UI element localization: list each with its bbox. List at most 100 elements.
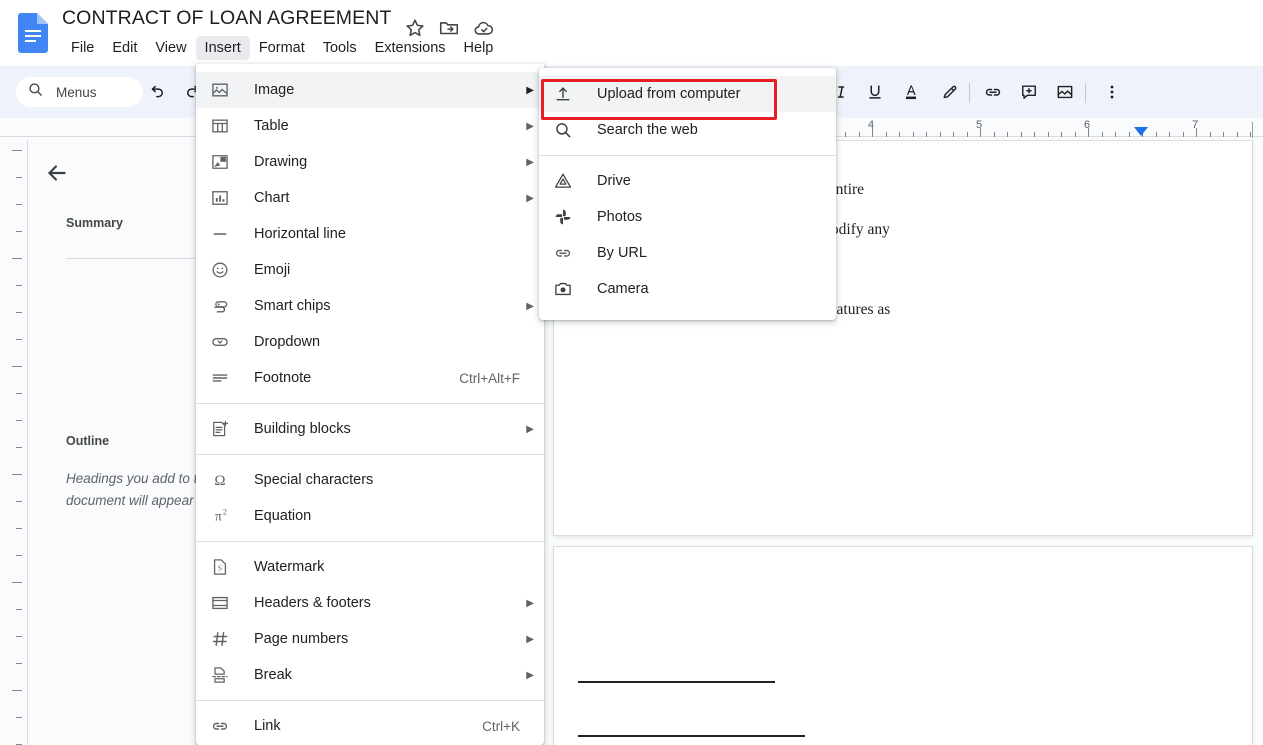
image-submenu-item-search-the-web[interactable]: Search the web — [539, 112, 836, 148]
undo-button[interactable] — [144, 80, 168, 104]
watermark-icon: S — [208, 555, 232, 579]
back-arrow-icon[interactable] — [44, 160, 68, 184]
footnote-icon — [208, 366, 232, 390]
table-icon — [208, 114, 232, 138]
menu-separator — [196, 403, 544, 404]
menu-insert[interactable]: Insert — [195, 36, 250, 60]
insert-menu-item-chart[interactable]: Chart ▶ — [196, 180, 544, 216]
search-menus-label: Menus — [56, 84, 97, 100]
menu-item-label: Special characters — [254, 472, 374, 488]
special-characters-icon: Ω — [208, 468, 232, 492]
image-submenu-item-camera[interactable]: Camera — [539, 271, 836, 307]
submenu-item-label: Camera — [597, 281, 649, 297]
chevron-right-icon: ▶ — [526, 192, 534, 204]
insert-menu-item-headers-footers[interactable]: Headers & footers ▶ — [196, 585, 544, 621]
insert-menu-item-horizontal-line[interactable]: Horizontal line — [196, 216, 544, 252]
title-bar: CONTRACT OF LOAN AGREEMENT File Edit Vie… — [0, 0, 1263, 66]
submenu-item-label: Search the web — [597, 122, 698, 138]
menu-bar: File Edit View Insert Format Tools Exten… — [62, 36, 502, 60]
insert-image-button[interactable] — [1053, 80, 1077, 104]
document-page-2[interactable] — [553, 546, 1253, 745]
image-submenu-item-drive[interactable]: Drive — [539, 163, 836, 199]
insert-menu-item-watermark[interactable]: S Watermark — [196, 549, 544, 585]
menu-item-shortcut: Ctrl+K — [482, 718, 520, 734]
menu-item-label: Dropdown — [254, 334, 321, 350]
menu-item-label: Emoji — [254, 262, 291, 278]
menu-tools[interactable]: Tools — [314, 36, 366, 60]
image-submenu-item-upload-from-computer[interactable]: Upload from computer — [539, 76, 836, 112]
chevron-right-icon: ▶ — [526, 300, 534, 312]
vertical-ruler[interactable] — [0, 140, 28, 745]
signature-line — [578, 681, 775, 683]
image-submenu-item-photos[interactable]: Photos — [539, 199, 836, 235]
menu-item-label: Drawing — [254, 154, 308, 170]
image-icon — [208, 78, 232, 102]
menu-item-label: Page numbers — [254, 631, 349, 647]
menu-file[interactable]: File — [62, 36, 103, 60]
menu-separator — [196, 541, 544, 542]
insert-menu-item-equation[interactable]: π 2 Equation — [196, 498, 544, 534]
submenu-item-label: Photos — [597, 209, 643, 225]
image-submenu-item-by-url[interactable]: By URL — [539, 235, 836, 271]
svg-text:Ω: Ω — [214, 473, 225, 489]
insert-link-button[interactable] — [981, 80, 1005, 104]
insert-menu-item-building-blocks[interactable]: Building blocks ▶ — [196, 411, 544, 447]
insert-menu-item-image[interactable]: Image ▶ — [196, 72, 544, 108]
svg-text:2: 2 — [223, 507, 227, 516]
search-icon — [27, 81, 44, 103]
insert-menu-item-table[interactable]: Table ▶ — [196, 108, 544, 144]
menu-extensions[interactable]: Extensions — [366, 36, 455, 60]
right-margin-marker[interactable] — [1252, 122, 1253, 138]
add-comment-button[interactable] — [1017, 80, 1041, 104]
insert-menu-item-page-numbers[interactable]: Page numbers ▶ — [196, 621, 544, 657]
insert-menu-item-break[interactable]: Break ▶ — [196, 657, 544, 693]
insert-menu-item-link[interactable]: Link Ctrl+K — [196, 708, 544, 744]
svg-text:π: π — [215, 509, 222, 524]
menu-item-label: Horizontal line — [254, 226, 346, 242]
building-blocks-icon — [208, 417, 232, 441]
insert-menu-item-special-characters[interactable]: Ω Special characters — [196, 462, 544, 498]
menu-item-label: Equation — [254, 508, 312, 524]
chart-icon — [208, 186, 232, 210]
insert-menu-item-footnote[interactable]: Footnote Ctrl+Alt+F — [196, 360, 544, 396]
search-menus-button[interactable]: Menus — [16, 77, 143, 107]
equation-icon: π2 — [208, 504, 232, 528]
horizontal-line-icon — [208, 222, 232, 246]
svg-text:S: S — [218, 563, 222, 572]
headers-footers-icon — [208, 591, 232, 615]
more-options-button[interactable] — [1100, 80, 1124, 104]
underline-button[interactable] — [863, 80, 887, 104]
right-indent-marker[interactable] — [1134, 127, 1148, 136]
dropdown-icon — [208, 330, 232, 354]
link-icon — [551, 241, 575, 265]
emoji-icon — [208, 258, 232, 282]
menu-help[interactable]: Help — [455, 36, 503, 60]
document-title[interactable]: CONTRACT OF LOAN AGREEMENT — [62, 7, 391, 30]
insert-menu-item-dropdown[interactable]: Dropdown — [196, 324, 544, 360]
image-submenu[interactable]: Upload from computer Search the web Drive P… — [539, 68, 836, 320]
google-docs-logo-icon — [18, 13, 48, 53]
menu-view[interactable]: View — [146, 36, 195, 60]
insert-menu-item-drawing[interactable]: Drawing ▶ — [196, 144, 544, 180]
chevron-right-icon: ▶ — [526, 84, 534, 96]
chevron-right-icon: ▶ — [526, 597, 534, 609]
menu-item-label: Break — [254, 667, 292, 683]
summary-heading: Summary — [66, 216, 123, 230]
smart-chips-icon — [208, 294, 232, 318]
menu-format[interactable]: Format — [250, 36, 314, 60]
upload-icon — [551, 82, 575, 106]
insert-menu-item-emoji[interactable]: Emoji — [196, 252, 544, 288]
submenu-item-label: By URL — [597, 245, 647, 261]
highlight-color-button[interactable] — [938, 80, 962, 104]
menu-edit[interactable]: Edit — [103, 36, 146, 60]
text-color-button[interactable] — [899, 80, 923, 104]
outline-heading: Outline — [66, 434, 110, 448]
menu-separator — [196, 700, 544, 701]
toolbar-divider — [969, 83, 970, 103]
chevron-right-icon: ▶ — [526, 120, 534, 132]
chevron-right-icon: ▶ — [526, 156, 534, 168]
insert-dropdown-menu[interactable]: Image ▶ Table ▶ Drawing ▶ Chart ▶ Horizontal lin… — [196, 64, 544, 745]
insert-menu-item-smart-chips[interactable]: Smart chips ▶ — [196, 288, 544, 324]
drawing-icon — [208, 150, 232, 174]
menu-item-label: Headers & footers — [254, 595, 371, 611]
